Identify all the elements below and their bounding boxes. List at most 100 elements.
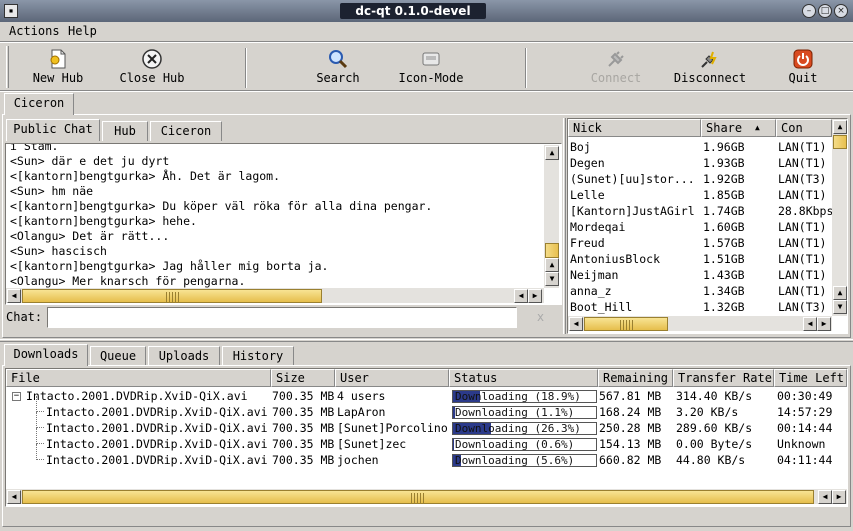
scroll-up-icon[interactable]: ▲ [545, 258, 559, 272]
scroll-up-icon[interactable]: ▲ [833, 286, 847, 300]
column-header-con[interactable]: Con [776, 119, 832, 137]
download-file: Intacto.2001.DVDRip.XviD-QiX.avi [46, 421, 268, 435]
scroll-up-icon[interactable]: ▲ [545, 146, 559, 160]
user-hscroll-thumb[interactable] [584, 317, 668, 331]
share-header-label: Share [706, 121, 743, 135]
scroll-left-icon[interactable]: ◀ [818, 490, 832, 504]
horizontal-splitter[interactable] [0, 339, 853, 342]
quit-power-icon [793, 49, 813, 69]
menu-actions[interactable]: Actions [9, 24, 60, 38]
icon-mode-button[interactable]: Icon-Mode [396, 48, 466, 88]
menu-help[interactable]: Help [68, 24, 97, 38]
user-row[interactable]: Mordeqai 1.60GB LAN(T1) [568, 219, 832, 235]
title-bar[interactable]: ▪ dc-qt 0.1.0-devel – □ × [0, 0, 853, 22]
user-vscroll-thumb[interactable] [833, 135, 847, 149]
window-menu-icon[interactable]: ▪ [4, 4, 18, 18]
column-header-time-left[interactable]: Time Left [774, 369, 847, 387]
download-file: Intacto.2001.DVDRip.XviD-QiX.avi [46, 453, 268, 467]
chat-message: <[kantorn]bengtgurka> Du köper väl röka … [10, 199, 433, 213]
collapse-tree-icon[interactable]: − [12, 392, 21, 401]
new-hub-button[interactable]: New Hub [28, 48, 88, 88]
tab-ciceron[interactable]: Ciceron [150, 121, 222, 141]
close-window-icon[interactable]: × [834, 4, 848, 18]
quit-button[interactable]: Quit [784, 48, 822, 88]
chat-vscroll-thumb[interactable] [545, 243, 559, 258]
user-row[interactable]: AntoniusBlock 1.51GB LAN(T1) [568, 251, 832, 267]
scroll-down-icon[interactable]: ▼ [833, 300, 847, 314]
search-button[interactable]: Search [312, 48, 364, 88]
downloads-hscroll-thumb[interactable] [22, 490, 814, 504]
user-share: 1.57GB [703, 236, 745, 250]
download-remaining: 567.81 MB [599, 389, 662, 403]
chat-message: <Olangu> Mer knarsch för pengarna. [10, 274, 246, 288]
user-con: LAN(T3) [778, 172, 827, 186]
user-row[interactable]: anna_z 1.34GB LAN(T1) [568, 283, 832, 299]
column-header-user[interactable]: User [335, 369, 449, 387]
scroll-left-icon[interactable]: ◀ [569, 317, 583, 331]
scroll-left-icon[interactable]: ◀ [514, 289, 528, 303]
download-time-left: Unknown [777, 437, 826, 451]
scroll-left-icon[interactable]: ◀ [7, 490, 21, 504]
sort-ascending-icon: ▲ [755, 123, 760, 132]
user-nick: AntoniusBlock [570, 252, 661, 266]
window-title: dc-qt 0.1.0-devel [340, 3, 486, 19]
clear-chat-icon[interactable]: x [520, 307, 561, 328]
tab-hub[interactable]: Hub [102, 121, 148, 141]
scroll-left-icon[interactable]: ◀ [7, 289, 21, 303]
column-header-transfer-rate[interactable]: Transfer Rate [673, 369, 774, 387]
scroll-down-icon[interactable]: ▼ [545, 272, 559, 286]
chat-log[interactable]: i Stam. <Sun> där e det ju dyrt <[kantorn… [5, 143, 562, 305]
column-header-file[interactable]: File [6, 369, 271, 387]
scroll-right-icon[interactable]: ▶ [832, 490, 846, 504]
tab-uploads[interactable]: Uploads [148, 346, 220, 366]
download-status: Downloading (26.3%) [455, 422, 581, 435]
user-row[interactable]: Freud 1.57GB LAN(T1) [568, 235, 832, 251]
download-user: [Sunet]Porcolino [337, 421, 448, 435]
vertical-splitter[interactable] [563, 118, 566, 334]
download-row[interactable]: − Intacto.2001.DVDRip.XviD-QiX.avi 700.35 … [6, 388, 847, 404]
tree-branch-line [36, 444, 44, 460]
scroll-right-icon[interactable]: ▶ [817, 317, 831, 331]
scroll-right-icon[interactable]: ▶ [528, 289, 542, 303]
disconnect-button[interactable]: Disconnect [672, 48, 748, 88]
icon-mode-icon [422, 52, 440, 66]
column-header-status[interactable]: Status [449, 369, 598, 387]
tab-queue[interactable]: Queue [90, 346, 146, 366]
tab-public-chat[interactable]: Public Chat [6, 119, 100, 141]
user-row[interactable]: Lelle 1.85GB LAN(T1) [568, 187, 832, 203]
user-row[interactable]: [Kantorn]JustAGirl 1.74GB 28.8Kbps [568, 203, 832, 219]
tab-hub-ciceron[interactable]: Ciceron [4, 93, 74, 115]
download-row[interactable]: Intacto.2001.DVDRip.XviD-QiX.avi 700.35 M… [6, 444, 847, 468]
download-row[interactable]: Intacto.2001.DVDRip.XviD-QiX.avi 700.35 M… [6, 412, 847, 436]
maximize-icon[interactable]: □ [818, 4, 832, 18]
connect-button[interactable]: Connect [586, 48, 646, 88]
column-header-share[interactable]: Share ▲ [701, 119, 776, 137]
user-row[interactable]: (Sunet)[uu]stor... 1.92GB LAN(T3) [568, 171, 832, 187]
user-row[interactable]: Boot_Hill 1.32GB LAN(T3) [568, 299, 832, 315]
download-row[interactable]: Intacto.2001.DVDRip.XviD-QiX.avi 700.35 M… [6, 396, 847, 420]
toolbar-handle[interactable] [6, 46, 9, 88]
tab-downloads[interactable]: Downloads [4, 344, 88, 366]
user-row[interactable]: Boj 1.96GB LAN(T1) [568, 139, 832, 155]
minimize-icon[interactable]: – [802, 4, 816, 18]
column-header-size[interactable]: Size [271, 369, 335, 387]
tab-history[interactable]: History [222, 346, 294, 366]
download-progress-bar: Downloading (1.1%) [452, 406, 597, 419]
search-label: Search [316, 71, 360, 85]
user-share: 1.34GB [703, 284, 745, 298]
user-con: LAN(T3) [778, 300, 827, 314]
scroll-up-icon[interactable]: ▲ [833, 120, 847, 134]
chat-hscroll-thumb[interactable] [22, 289, 322, 303]
close-hub-label: Close Hub [119, 71, 185, 85]
user-row[interactable]: Degen 1.93GB LAN(T1) [568, 155, 832, 171]
user-row[interactable]: Neijman 1.43GB LAN(T1) [568, 267, 832, 283]
user-con: LAN(T1) [778, 140, 827, 154]
new-hub-icon [50, 49, 66, 69]
column-header-nick[interactable]: Nick [568, 119, 701, 137]
download-row[interactable]: Intacto.2001.DVDRip.XviD-QiX.avi 700.35 M… [6, 428, 847, 452]
column-header-remaining[interactable]: Remaining [598, 369, 673, 387]
chat-input[interactable] [47, 307, 517, 328]
scroll-left-icon[interactable]: ◀ [803, 317, 817, 331]
close-hub-button[interactable]: Close Hub [116, 48, 188, 88]
download-file: Intacto.2001.DVDRip.XviD-QiX.avi [46, 405, 268, 419]
